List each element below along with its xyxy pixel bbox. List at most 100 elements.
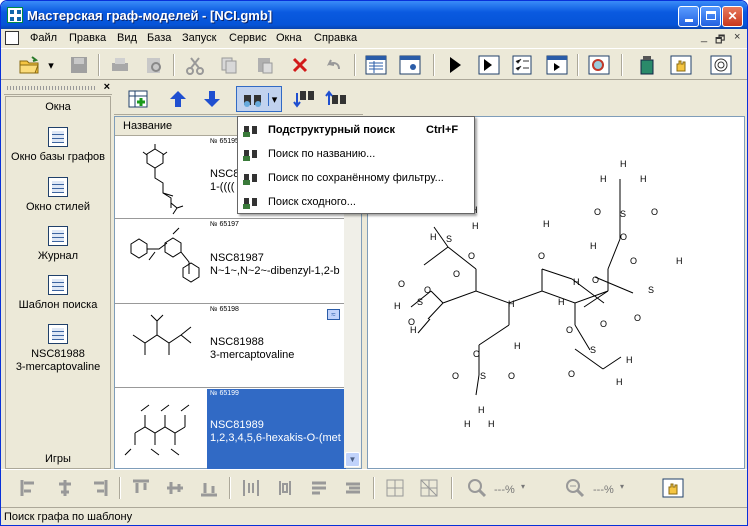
hand-icon[interactable] (669, 53, 693, 77)
panel-item-journal[interactable]: Журнал (6, 226, 110, 263)
svg-text:H: H (464, 419, 471, 429)
svg-text:S: S (417, 297, 423, 307)
search-next-icon[interactable] (292, 87, 316, 111)
svg-text:O: O (508, 371, 515, 381)
open-dropdown-icon[interactable]: ▾ (45, 53, 57, 77)
graph-window-badge-icon[interactable]: ≈ (327, 309, 340, 320)
target-icon[interactable] (709, 53, 733, 77)
menu-base[interactable]: База (147, 32, 171, 44)
journal-icon[interactable] (545, 53, 569, 77)
menu-service[interactable]: Сервис (229, 32, 267, 44)
move-down-icon[interactable] (200, 87, 224, 111)
graph-db-window-icon[interactable] (364, 53, 388, 77)
status-text: Поиск графа по шаблону (4, 511, 133, 523)
svg-text:H: H (590, 241, 597, 251)
svg-text:H: H (573, 277, 580, 287)
svg-text:H: H (558, 297, 565, 307)
svg-text:H: H (676, 256, 683, 266)
pan-hand-icon[interactable] (661, 476, 685, 500)
close-panel-button[interactable]: × (104, 81, 110, 93)
molecule-thumbnail (130, 227, 200, 283)
minimize-button[interactable] (678, 6, 699, 27)
windows-panel-title: Окна (45, 101, 71, 113)
binoculars-icon (243, 174, 257, 185)
search-button[interactable]: ▾ (236, 86, 282, 112)
find-graph-icon[interactable] (587, 53, 611, 77)
align-top-icon (129, 476, 153, 500)
menu-view[interactable]: Вид (117, 32, 137, 44)
svg-text:H: H (394, 301, 401, 311)
menu-windows[interactable]: Окна (276, 32, 302, 44)
checklist-icon[interactable] (510, 53, 534, 77)
panel-item-graph-window[interactable]: NSC81988 3-mercaptovaline (6, 324, 110, 374)
delete-icon[interactable] (288, 53, 312, 77)
close-button[interactable]: ✕ (722, 6, 743, 27)
windows-panel-header[interactable]: × (4, 81, 112, 95)
list-item[interactable]: № 65198 NSC81988 3-mercaptovaline ≈ (115, 305, 346, 388)
mdi-window-icon[interactable] (5, 31, 19, 45)
align-center-icon (53, 476, 77, 500)
svg-text:H: H (640, 174, 647, 184)
svg-text:H: H (626, 355, 633, 365)
status-bar: Поиск графа по шаблону (1, 507, 747, 525)
search-dropdown-arrow-icon[interactable]: ▾ (267, 92, 277, 106)
svg-text:O: O (453, 269, 460, 279)
menu-file[interactable]: Файл (30, 32, 57, 44)
list-item[interactable]: № 65197 NSC81987 N~1~,N~2~-dibenzyl-1,2-… (115, 220, 346, 304)
zoom-icon (465, 476, 489, 500)
align-left-icon (17, 476, 41, 500)
zoom-fit-icon (563, 476, 587, 500)
zoom-dropdown-icon[interactable]: ▾ (521, 482, 525, 491)
menu-item-substructure-search[interactable]: Подструктурный поиск Ctrl+F (238, 119, 474, 141)
menu-help[interactable]: Справка (314, 32, 357, 44)
main-toolbar: ▾ (1, 48, 747, 80)
zoom2-dropdown-icon[interactable]: ▾ (620, 482, 624, 491)
svg-text:H: H (620, 159, 627, 169)
maximize-button[interactable] (700, 6, 721, 27)
styles-window-icon[interactable] (398, 53, 422, 77)
molecule-thumbnail (142, 144, 184, 215)
app-icon[interactable] (7, 7, 23, 23)
svg-text:O: O (594, 207, 601, 217)
panel-item-styles[interactable]: Окно стилей (6, 177, 110, 214)
menu-item-search-by-name[interactable]: Поиск по названию... (238, 143, 474, 165)
menu-run[interactable]: Запуск (182, 32, 216, 44)
distribute-vertical-icon (273, 476, 297, 500)
zoom-level-2[interactable]: ---% (593, 484, 614, 496)
scroll-down-icon[interactable]: ▼ (345, 452, 360, 467)
svg-text:O: O (538, 251, 545, 261)
list-item-selected[interactable]: № 65199 NSC81989 1,2,3,4,5,6-hexakis-O-(… (115, 389, 346, 470)
print-preview-icon (142, 53, 166, 77)
binoculars-icon (243, 198, 257, 209)
menu-item-search-similar[interactable]: Поиск сходного... (238, 191, 474, 213)
svg-text:S: S (446, 234, 452, 244)
panel-item-graph-db[interactable]: Окно базы графов (6, 127, 110, 164)
menu-item-search-by-filter[interactable]: Поиск по сохранённому фильтру... (238, 167, 474, 189)
menu-edit[interactable]: Правка (69, 32, 106, 44)
window-title: Мастерская граф-моделей - [NCI.gmb] (27, 8, 273, 23)
jar-icon[interactable] (635, 53, 659, 77)
svg-text:H: H (488, 419, 495, 429)
search-previous-icon[interactable] (324, 87, 348, 111)
step-run-icon[interactable] (477, 53, 501, 77)
svg-text:O: O (630, 256, 637, 266)
svg-text:H: H (543, 219, 550, 229)
panel-games-section[interactable]: Игры (6, 453, 110, 465)
cut-icon (183, 53, 207, 77)
svg-text:O: O (651, 207, 658, 217)
same-height-icon (341, 476, 365, 500)
open-folder-icon[interactable] (17, 53, 41, 77)
mdi-minimize-button[interactable]: _ (701, 31, 707, 43)
graph-db-window-icon (48, 127, 68, 147)
svg-text:H: H (508, 299, 515, 309)
same-width-icon (307, 476, 331, 500)
add-record-icon[interactable] (126, 87, 150, 111)
move-up-icon[interactable] (166, 87, 190, 111)
print-icon (108, 53, 132, 77)
mdi-close-button[interactable]: × (734, 31, 740, 43)
zoom-level-1[interactable]: ---% (494, 484, 515, 496)
run-icon[interactable] (443, 53, 467, 77)
title-bar[interactable]: Мастерская граф-моделей - [NCI.gmb] ✕ (1, 1, 747, 29)
panel-item-search-template[interactable]: Шаблон поиска (6, 275, 110, 312)
binoculars-icon (243, 126, 257, 137)
